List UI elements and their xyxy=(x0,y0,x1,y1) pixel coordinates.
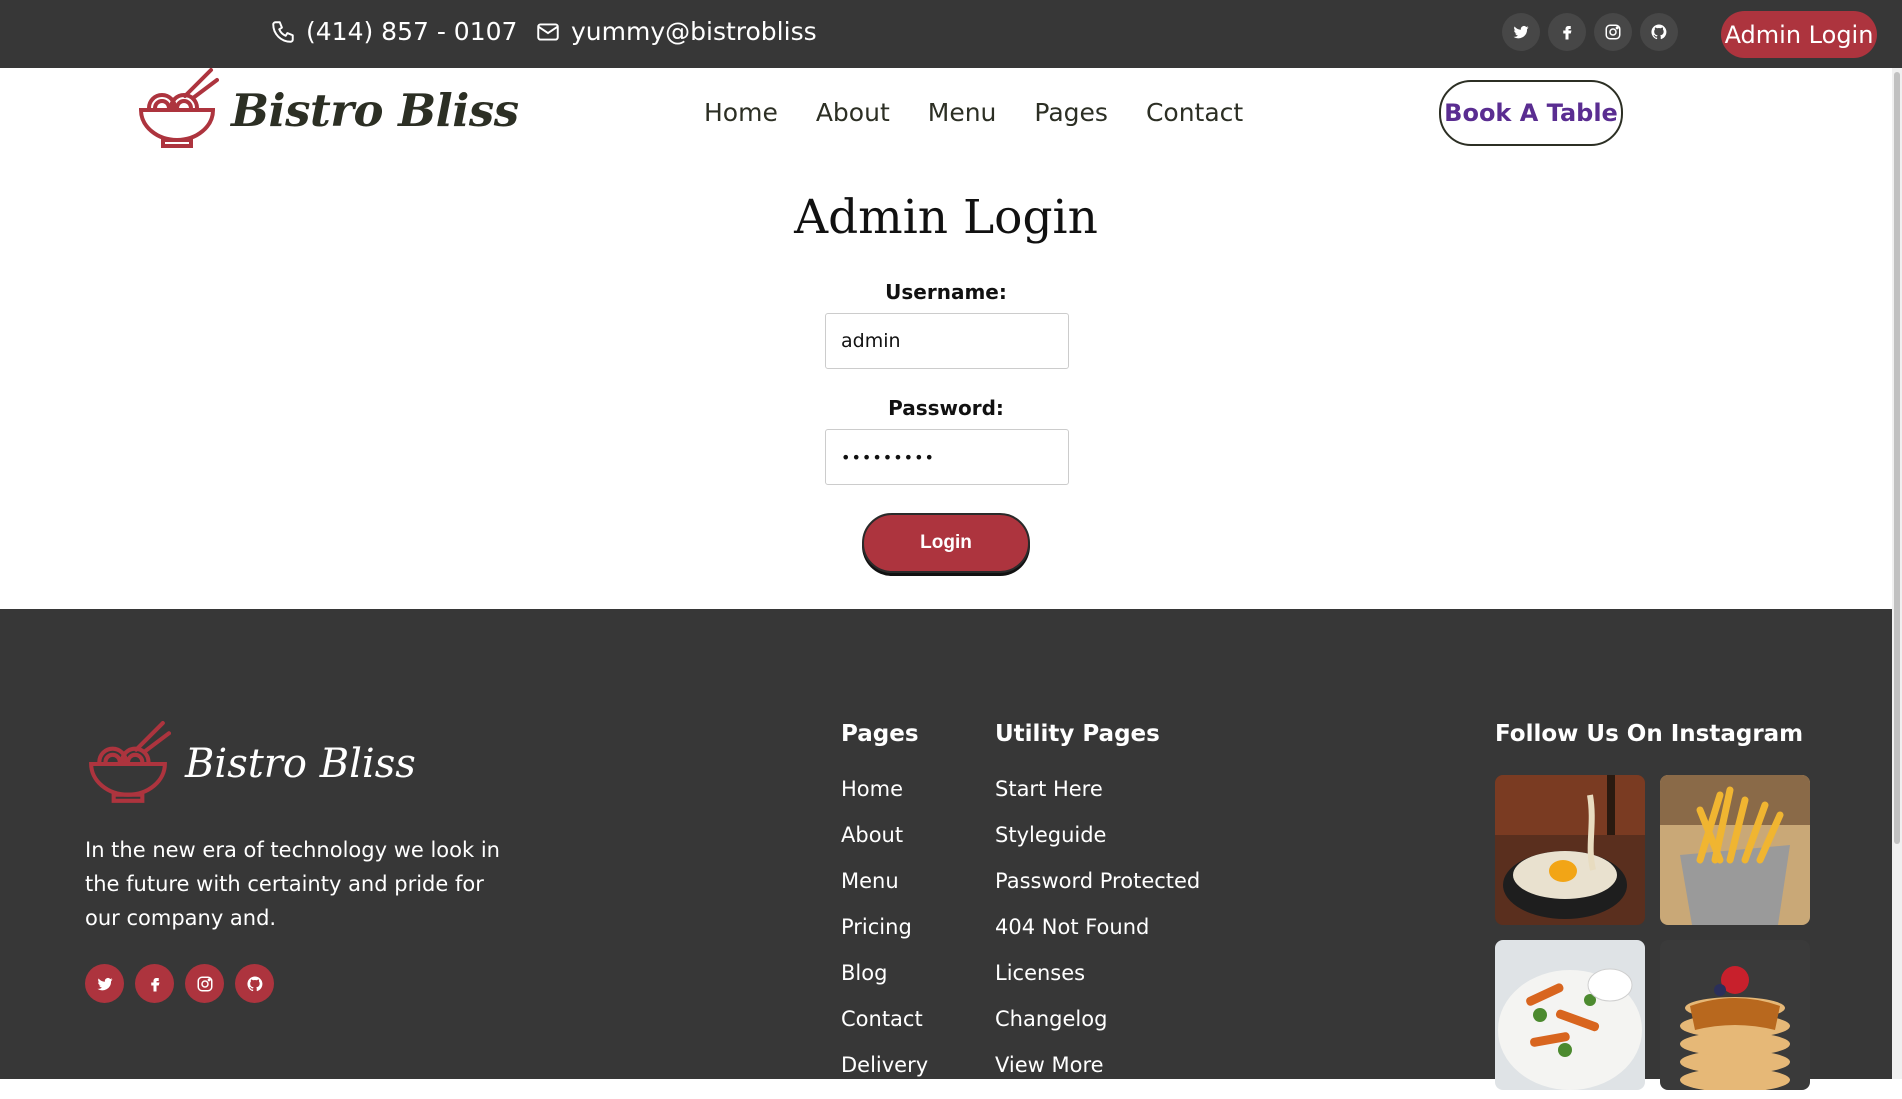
brand-name: Bistro Bliss xyxy=(231,83,519,137)
instagram-heading: Follow Us On Instagram xyxy=(1495,721,1804,747)
password-label: Password: xyxy=(888,396,1004,420)
pages-heading: Pages xyxy=(841,721,919,747)
footer-link-delivery[interactable]: Delivery xyxy=(841,1053,928,1099)
footer-link-about[interactable]: About xyxy=(841,823,928,869)
footer-link-home[interactable]: Home xyxy=(841,777,928,823)
footer-link-password-protected[interactable]: Password Protected xyxy=(995,869,1200,915)
footer: Bistro Bliss In the new era of technolog… xyxy=(0,609,1892,1090)
footer-link-licenses[interactable]: Licenses xyxy=(995,961,1200,1007)
nav-contact[interactable]: Contact xyxy=(1146,98,1243,127)
utility-pages-heading: Utility Pages xyxy=(995,721,1160,747)
footer-facebook-link[interactable] xyxy=(135,964,174,1003)
nav-about[interactable]: About xyxy=(816,98,890,127)
footer-brand-name: Bistro Bliss xyxy=(185,741,416,787)
salad-photo xyxy=(1495,940,1645,1090)
noodle-bowl-photo xyxy=(1495,775,1645,925)
footer-link-styleguide[interactable]: Styleguide xyxy=(995,823,1200,869)
username-label: Username: xyxy=(885,280,1007,304)
admin-login-button[interactable]: Admin Login xyxy=(1721,11,1877,58)
username-input[interactable]: admin xyxy=(825,313,1069,369)
main-header: Bistro Bliss Home About Menu Pages Conta… xyxy=(0,68,1892,168)
phone-icon xyxy=(272,20,294,43)
noodle-bowl-icon xyxy=(138,68,219,148)
instagram-icon xyxy=(197,976,212,991)
footer-description: In the new era of technology we look in … xyxy=(85,838,500,930)
main-nav: Home About Menu Pages Contact xyxy=(704,98,1243,127)
login-button[interactable]: Login xyxy=(862,513,1030,573)
login-title: Admin Login xyxy=(794,190,1098,245)
footer-link-contact[interactable]: Contact xyxy=(841,1007,928,1053)
instagram-photo-fries[interactable] xyxy=(1660,775,1810,925)
github-icon xyxy=(1651,24,1667,40)
footer-link-pricing[interactable]: Pricing xyxy=(841,915,928,961)
footer-link-menu[interactable]: Menu xyxy=(841,869,928,915)
footer-twitter-link[interactable] xyxy=(85,964,124,1003)
nav-pages[interactable]: Pages xyxy=(1034,98,1108,127)
footer-link-view-more[interactable]: View More xyxy=(995,1053,1200,1099)
password-input[interactable]: ••••••••• xyxy=(825,429,1069,485)
mail-icon xyxy=(537,22,559,41)
footer-github-link[interactable] xyxy=(235,964,274,1003)
top-bar: (414) 857 - 0107 yummy@bistrobliss Admin… xyxy=(0,0,1902,68)
scrollbar-thumb[interactable] xyxy=(1894,72,1900,844)
book-table-button[interactable]: Book A Table xyxy=(1439,80,1623,146)
instagram-gallery xyxy=(1495,775,1810,1090)
instagram-photo-salad[interactable] xyxy=(1495,940,1645,1090)
pancakes-photo xyxy=(1660,940,1810,1090)
phone-number: (414) 857 - 0107 xyxy=(306,17,518,46)
noodle-bowl-icon xyxy=(89,721,171,803)
instagram-icon xyxy=(1605,24,1621,40)
footer-social-links xyxy=(85,964,274,1003)
instagram-link[interactable] xyxy=(1594,13,1632,51)
email-contact[interactable]: yummy@bistrobliss xyxy=(535,17,817,46)
instagram-photo-pancakes[interactable] xyxy=(1660,940,1810,1090)
facebook-icon xyxy=(150,977,159,991)
footer-link-changelog[interactable]: Changelog xyxy=(995,1007,1200,1053)
footer-link-start-here[interactable]: Start Here xyxy=(995,777,1200,823)
github-icon xyxy=(246,975,262,991)
email-address: yummy@bistrobliss xyxy=(571,17,817,46)
footer-brand-logo[interactable]: Bistro Bliss xyxy=(85,721,416,807)
nav-home[interactable]: Home xyxy=(704,98,778,127)
instagram-photo-noodle-bowl[interactable] xyxy=(1495,775,1645,925)
facebook-icon xyxy=(1563,26,1572,40)
top-social-links xyxy=(1502,13,1678,51)
brand-logo[interactable]: Bistro Bliss xyxy=(135,68,519,152)
utility-links: Start Here Styleguide Password Protected… xyxy=(995,777,1200,1099)
twitter-link[interactable] xyxy=(1502,13,1540,51)
footer-instagram-link[interactable] xyxy=(185,964,224,1003)
twitter-icon xyxy=(97,977,112,990)
twitter-icon xyxy=(1513,25,1529,39)
fries-photo xyxy=(1660,775,1810,925)
footer-link-blog[interactable]: Blog xyxy=(841,961,928,1007)
nav-menu[interactable]: Menu xyxy=(928,98,997,127)
github-link[interactable] xyxy=(1640,13,1678,51)
phone-contact[interactable]: (414) 857 - 0107 xyxy=(270,17,517,46)
footer-link-404[interactable]: 404 Not Found xyxy=(995,915,1200,961)
facebook-link[interactable] xyxy=(1548,13,1586,51)
pages-links: Home About Menu Pricing Blog Contact Del… xyxy=(841,777,928,1099)
